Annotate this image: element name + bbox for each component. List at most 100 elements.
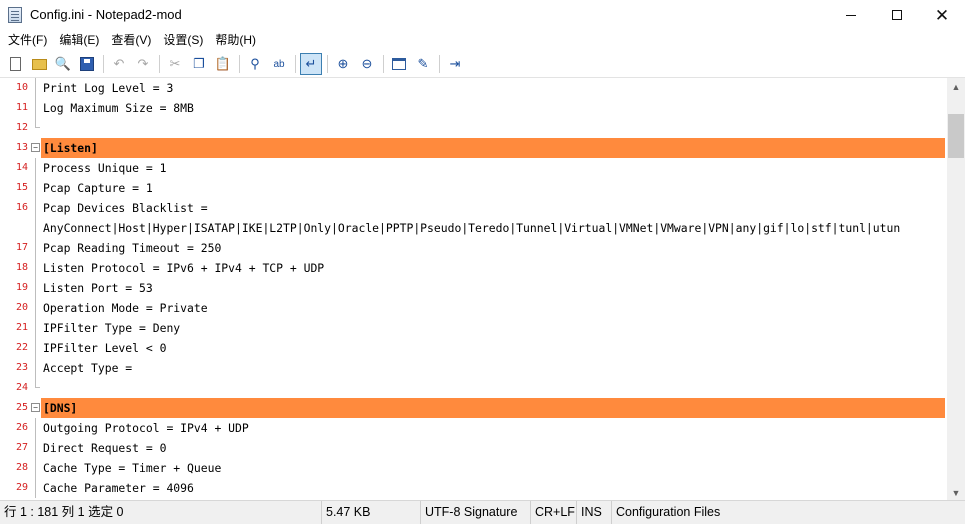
- editor-line[interactable]: 13 − [Listen]: [0, 138, 947, 158]
- exit-button[interactable]: ⇥: [444, 53, 466, 75]
- new-file-button[interactable]: [4, 53, 26, 75]
- replace-icon: ab: [273, 58, 285, 70]
- maximize-button[interactable]: [874, 0, 920, 30]
- redo-button[interactable]: ↷: [132, 53, 154, 75]
- word-wrap-button[interactable]: ↵: [300, 53, 322, 75]
- line-number: 16: [15, 202, 28, 213]
- paste-icon: 📋: [214, 56, 232, 71]
- line-text: AnyConnect|Host|Hyper|ISATAP|IKE|L2TP|On…: [43, 221, 901, 235]
- close-button[interactable]: ✕: [919, 0, 965, 30]
- editor-line[interactable]: 16 Pcap Devices Blacklist =: [0, 198, 947, 218]
- text-lines[interactable]: 10 Print Log Level = 3 11 Log Maximum Si…: [0, 78, 947, 498]
- menu-view[interactable]: 查看(V): [105, 30, 157, 51]
- new-file-icon: [9, 57, 21, 71]
- line-number: 22: [15, 342, 28, 353]
- fold-collapse-icon[interactable]: −: [31, 143, 40, 152]
- find-button[interactable]: ⚲: [244, 53, 266, 75]
- browse-button[interactable]: 🔍: [52, 53, 74, 75]
- editor-line[interactable]: 27 Direct Request = 0: [0, 438, 947, 458]
- scheme-icon: [392, 58, 406, 70]
- close-icon: ✕: [934, 5, 950, 25]
- copy-icon: ❐: [193, 56, 205, 71]
- fold-end: [35, 118, 40, 128]
- editor-line[interactable]: 14 Process Unique = 1: [0, 158, 947, 178]
- customize-button[interactable]: ✎: [412, 53, 434, 75]
- editor-line[interactable]: 24: [0, 378, 947, 398]
- editor-line[interactable]: 28 Cache Type = Timer + Queue: [0, 458, 947, 478]
- scroll-thumb[interactable]: [948, 114, 964, 158]
- open-file-button[interactable]: [28, 53, 50, 75]
- save-button[interactable]: [76, 53, 98, 75]
- fold-guide: [35, 78, 36, 98]
- minimize-button[interactable]: [828, 0, 874, 30]
- cut-icon: ✂: [169, 56, 181, 71]
- editor-line[interactable]: 21 IPFilter Type = Deny: [0, 318, 947, 338]
- line-text: Print Log Level = 3: [43, 81, 174, 95]
- editor-line[interactable]: 12: [0, 118, 947, 138]
- editor-line[interactable]: 26 Outgoing Protocol = IPv4 + UDP: [0, 418, 947, 438]
- cut-button[interactable]: ✂: [164, 53, 186, 75]
- fold-collapse-icon[interactable]: −: [31, 403, 40, 412]
- line-number: 23: [15, 362, 28, 373]
- toolbar-separator: [103, 55, 104, 73]
- word-wrap-icon: ↵: [305, 56, 317, 71]
- replace-button[interactable]: ab: [268, 53, 290, 75]
- section-header: [Listen]: [41, 138, 945, 158]
- editor-line[interactable]: 18 Listen Protocol = IPv6 + IPv4 + TCP +…: [0, 258, 947, 278]
- vertical-scrollbar[interactable]: ▲ ▼: [947, 78, 965, 500]
- exit-icon: ⇥: [449, 56, 461, 71]
- editor-line[interactable]: 20 Operation Mode = Private: [0, 298, 947, 318]
- editor-line[interactable]: 29 Cache Parameter = 4096: [0, 478, 947, 498]
- status-mode[interactable]: INS: [577, 500, 612, 524]
- editor-line[interactable]: 25 − [DNS]: [0, 398, 947, 418]
- line-text: [Listen]: [43, 141, 98, 155]
- fold-guide: [35, 418, 36, 438]
- copy-button[interactable]: ❐: [188, 53, 210, 75]
- line-number: 25: [15, 402, 28, 413]
- scroll-up-icon[interactable]: ▲: [947, 78, 965, 95]
- menu-edit[interactable]: 编辑(E): [53, 30, 105, 51]
- editor-line-wrapped[interactable]: AnyConnect|Host|Hyper|ISATAP|IKE|L2TP|On…: [0, 218, 947, 238]
- fold-guide: [35, 338, 36, 358]
- fold-guide: [35, 258, 36, 278]
- editor-line[interactable]: 11 Log Maximum Size = 8MB: [0, 98, 947, 118]
- fold-guide: [35, 278, 36, 298]
- line-number: 18: [15, 262, 28, 273]
- scroll-down-icon[interactable]: ▼: [947, 484, 965, 500]
- line-number: 24: [15, 382, 28, 393]
- status-encoding[interactable]: UTF-8 Signature: [421, 500, 531, 524]
- fold-guide: [35, 218, 36, 238]
- zoom-out-button[interactable]: ⊖: [356, 53, 378, 75]
- line-number: 14: [15, 162, 28, 173]
- editor-line[interactable]: 23 Accept Type =: [0, 358, 947, 378]
- fold-end: [35, 378, 40, 388]
- status-scheme[interactable]: Configuration Files: [612, 501, 965, 524]
- menu-bar: 文件(F) 编辑(E) 查看(V) 设置(S) 帮助(H): [0, 30, 965, 51]
- line-text: IPFilter Type = Deny: [43, 321, 181, 335]
- line-text: IPFilter Level < 0: [43, 341, 167, 355]
- editor-line[interactable]: 10 Print Log Level = 3: [0, 78, 947, 98]
- line-text: Listen Protocol = IPv6 + IPv4 + TCP + UD…: [43, 261, 325, 275]
- undo-icon: ↶: [113, 56, 125, 71]
- line-text: Outgoing Protocol = IPv4 + UDP: [43, 421, 249, 435]
- zoom-in-button[interactable]: ⊕: [332, 53, 354, 75]
- menu-help[interactable]: 帮助(H): [209, 30, 262, 51]
- editor-line[interactable]: 19 Listen Port = 53: [0, 278, 947, 298]
- editor-line[interactable]: 15 Pcap Capture = 1: [0, 178, 947, 198]
- line-text: [DNS]: [43, 401, 78, 415]
- menu-settings[interactable]: 设置(S): [157, 30, 209, 51]
- line-number: 11: [15, 102, 28, 113]
- line-number: 29: [15, 482, 28, 493]
- editor-area[interactable]: 10 Print Log Level = 3 11 Log Maximum Si…: [0, 77, 965, 500]
- menu-file[interactable]: 文件(F): [2, 30, 53, 51]
- status-eol[interactable]: CR+LF: [531, 500, 577, 524]
- paste-button[interactable]: 📋: [212, 53, 234, 75]
- toolbar-separator: [383, 55, 384, 73]
- scheme-button[interactable]: [388, 53, 410, 75]
- fold-guide: [35, 98, 36, 118]
- editor-line[interactable]: 17 Pcap Reading Timeout = 250: [0, 238, 947, 258]
- toolbar-separator: [159, 55, 160, 73]
- section-header: [DNS]: [41, 398, 945, 418]
- editor-line[interactable]: 22 IPFilter Level < 0: [0, 338, 947, 358]
- undo-button[interactable]: ↶: [108, 53, 130, 75]
